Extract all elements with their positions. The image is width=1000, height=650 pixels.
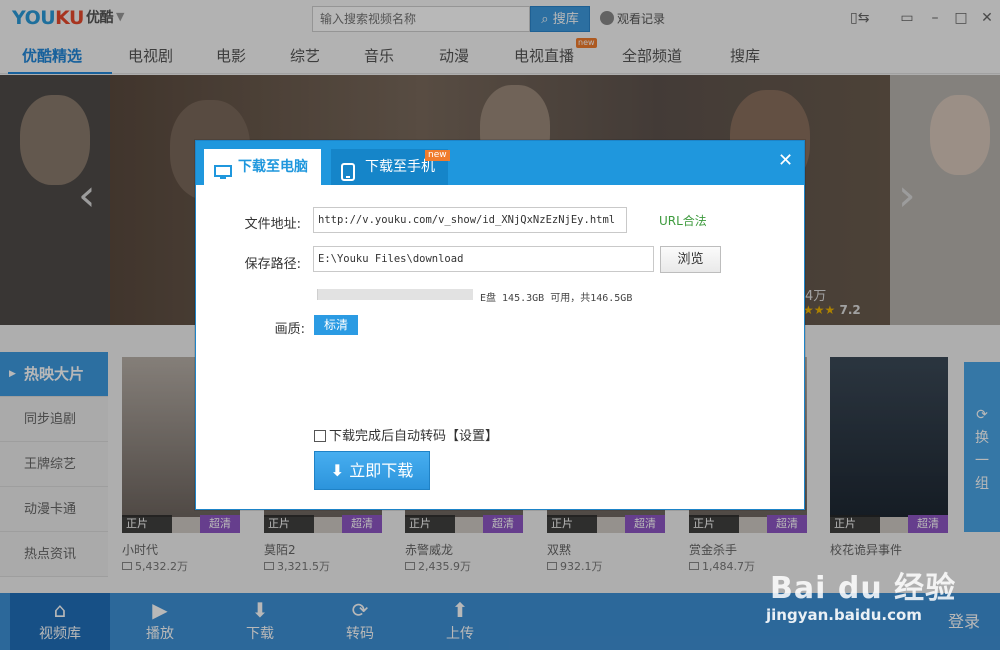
save-path-field[interactable]: E:\Youku Files\download — [313, 246, 654, 272]
disk-usage-fill — [317, 289, 319, 300]
new-badge: new — [425, 150, 450, 161]
close-icon[interactable]: ✕ — [778, 152, 793, 170]
tab-label: 下载至电脑 — [238, 159, 308, 175]
tab-label: 下载至手机 — [365, 159, 435, 175]
disk-usage-bar — [317, 289, 473, 300]
url-label: 文件地址: — [244, 217, 301, 232]
auto-transcode-checkbox[interactable] — [314, 430, 326, 442]
url-field[interactable]: http://v.youku.com/v_show/id_XNjQxNzEzNj… — [313, 207, 627, 233]
download-now-label: 立即下载 — [349, 461, 414, 480]
quality-selector[interactable]: 标清 — [314, 315, 358, 335]
download-dialog: 下载至电脑 下载至手机 new ✕ 文件地址: http://v.youku.c… — [195, 140, 805, 510]
tab-download-to-pc[interactable]: 下载至电脑 — [204, 149, 321, 185]
url-valid-indicator: URL合法 — [659, 214, 707, 228]
dialog-header: 下载至电脑 下载至手机 new ✕ — [196, 141, 804, 185]
auto-transcode-label: 下载完成后自动转码【设置】 — [329, 429, 499, 444]
quality-label: 画质: — [274, 322, 305, 337]
download-arrow-icon: ⬇ — [330, 461, 345, 480]
download-now-button[interactable]: ⬇ 立即下载 — [314, 451, 430, 490]
save-path-label: 保存路径: — [244, 257, 301, 272]
baidu-watermark-logo: Bai du 经验 — [770, 571, 957, 606]
monitor-icon — [214, 159, 232, 195]
baidu-watermark-url: jingyan.baidu.com — [766, 606, 922, 624]
phone-icon — [341, 159, 355, 195]
browse-button[interactable]: 浏览 — [660, 246, 721, 273]
auto-transcode-option[interactable]: 下载完成后自动转码【设置】 — [314, 425, 498, 444]
disk-info: E盘 145.3GB 可用，共146.5GB — [480, 293, 633, 304]
